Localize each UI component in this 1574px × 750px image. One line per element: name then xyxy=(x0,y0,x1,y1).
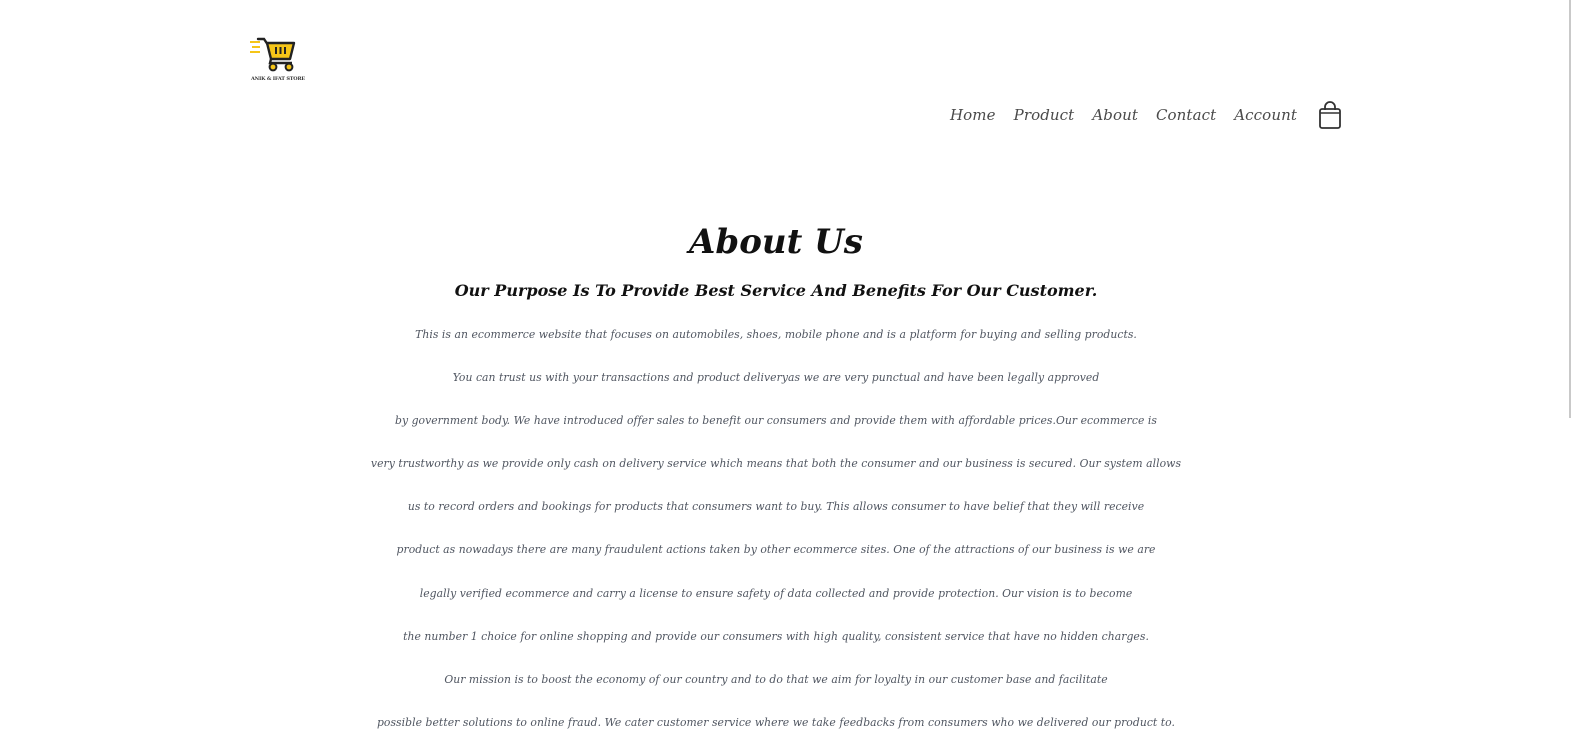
page-subtitle: Our Purpose Is To Provide Best Service A… xyxy=(454,281,1098,300)
about-text-line: very trustworthy as we provide only cash… xyxy=(370,457,1182,471)
about-text-line: by government body. We have introduced o… xyxy=(394,414,1158,428)
about-text-line: possible better solutions to online frau… xyxy=(376,715,1176,729)
nav-account-link[interactable]: Account xyxy=(1234,106,1297,124)
main-nav: Home Product About Contact Account xyxy=(950,100,1343,130)
about-text-line: legally verified ecommerce and carry a l… xyxy=(419,586,1133,600)
shopping-bag-icon[interactable] xyxy=(1317,100,1343,130)
store-logo[interactable]: ANIK & IFAT STORE xyxy=(242,35,314,87)
nav-about-link[interactable]: About xyxy=(1092,106,1138,124)
about-text-line: This is an ecommerce website that focuse… xyxy=(415,328,1137,341)
about-text-line: the number 1 choice for online shopping … xyxy=(403,629,1149,643)
about-page: ANIK & IFAT STORE Home Product About Con… xyxy=(0,0,1574,750)
about-description: This is an ecommerce website that focuse… xyxy=(0,320,1552,750)
scrollbar[interactable] xyxy=(1569,0,1571,418)
nav-contact-link[interactable]: Contact xyxy=(1156,106,1216,124)
nav-product-link[interactable]: Product xyxy=(1014,106,1075,124)
shopping-cart-icon xyxy=(250,37,296,72)
page-title: About Us xyxy=(689,222,863,262)
logo-text: ANIK & IFAT STORE xyxy=(250,76,306,82)
about-text-line: You can trust us with your transactions … xyxy=(452,371,1100,385)
about-text-line: product as nowadays there are many fraud… xyxy=(396,543,1156,557)
nav-home-link[interactable]: Home xyxy=(950,106,996,124)
about-text-line: us to record orders and bookings for pro… xyxy=(407,500,1145,514)
about-text-line: Our mission is to boost the economy of o… xyxy=(444,672,1108,686)
